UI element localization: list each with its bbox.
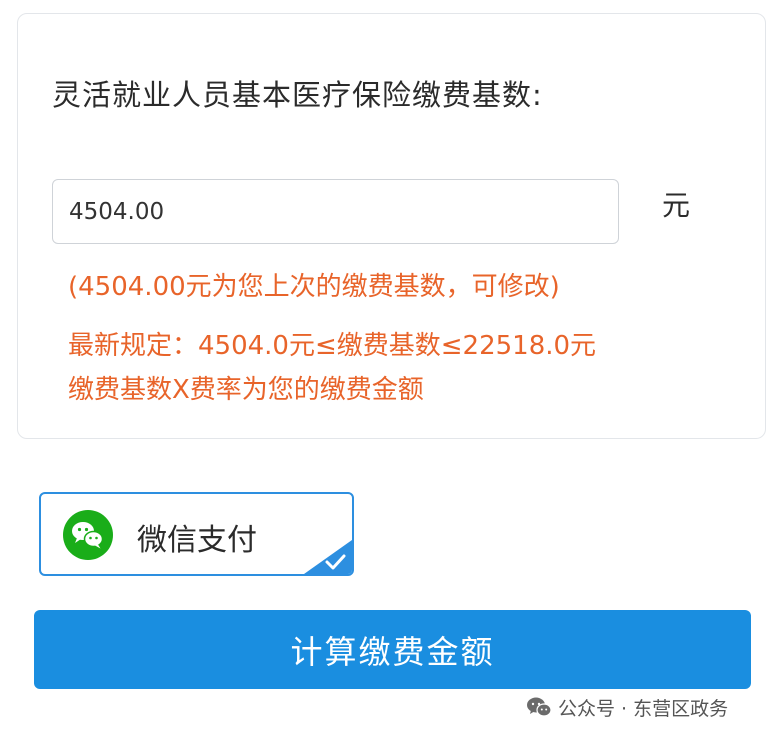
contribution-base-card: 灵活就业人员基本医疗保险缴费基数: 元 (4504.00元为您上次的缴费基数，可… [17,13,766,439]
checkmark-icon [304,540,352,574]
calculate-fee-button[interactable]: 计算缴费金额 [34,610,751,689]
previous-base-note: (4504.00元为您上次的缴费基数，可修改) [68,272,560,302]
account-watermark: 公众号 · 东营区政务 [526,694,728,720]
wechat-pay-option[interactable]: 微信支付 [39,492,354,576]
contribution-base-label: 灵活就业人员基本医疗保险缴费基数: [52,78,543,112]
fee-formula-note: 缴费基数X费率为您的缴费金额 [68,375,424,405]
wechat-icon [63,510,113,560]
wechat-icon [527,697,552,717]
base-range-rule: 最新规定：4504.0元≤缴费基数≤22518.0元 [68,331,597,361]
wechat-pay-label: 微信支付 [137,523,257,558]
contribution-base-input[interactable] [52,179,619,244]
watermark-text: 公众号 · 东营区政务 [558,697,729,720]
currency-unit: 元 [662,189,691,222]
